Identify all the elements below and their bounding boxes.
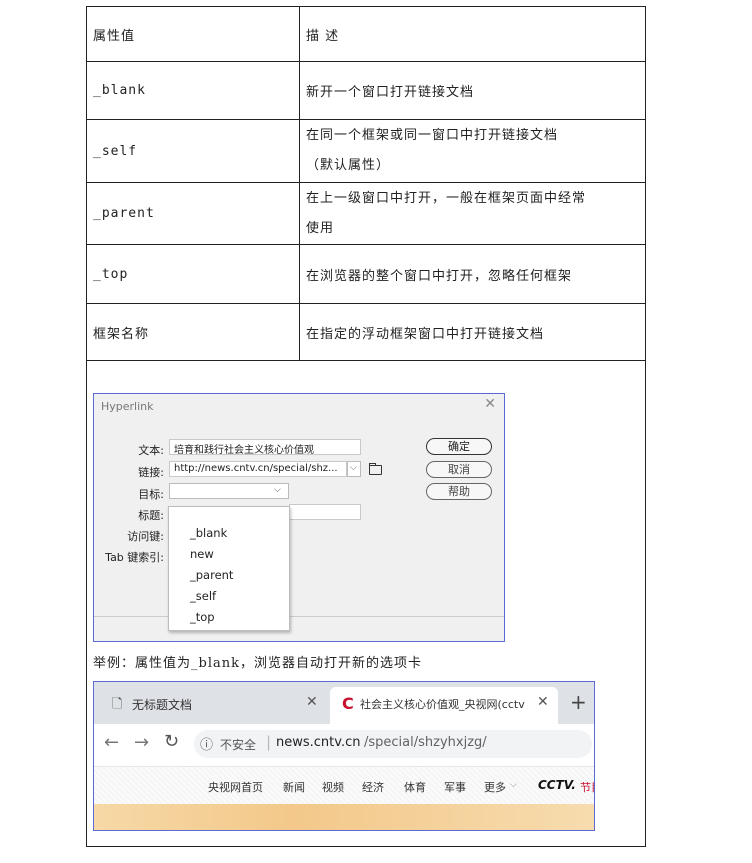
browser-window: 🗋 无标题文档 ✕ C 社会主义核心价值观_央视网(cctv ✕ + ← → ↻… [93,681,595,831]
header-description: 描 述 [299,7,645,62]
back-icon[interactable]: ← [104,732,119,753]
attr-value-cell: _top [87,244,300,304]
nav-item[interactable]: 体育 [404,779,426,795]
chevron-down-icon: ⌵ [350,463,357,473]
attr-value-cell: _blank [87,61,300,120]
target-select[interactable]: ⌵ [169,483,289,499]
tabindex-label: Tab 键索引: [105,551,164,564]
attr-value-cell: _parent [87,182,300,245]
header-attr-value: 属性值 [87,7,300,62]
link-dropdown-button[interactable]: ⌵ [347,461,361,477]
accesskey-label: 访问键: [127,530,164,543]
target-attribute-table: 属性值 描 述 _blank 新开一个窗口打开链接文档 _self 在同一个框架… [87,7,645,361]
omnibox[interactable]: ⓘ 不安全 | news.cntv.cn /special/shzyhxjzg/ [194,730,592,758]
dialog-divider [94,616,504,617]
description-line-1: 在上一级窗口中打开，一般在框架页面中经常 [306,190,587,206]
dropdown-option[interactable]: new [190,547,214,561]
target-dropdown-list[interactable]: _blank new _parent _self _top [168,506,290,631]
caption-input[interactable] [289,504,361,520]
tab-untitled[interactable]: 🗋 无标题文档 ✕ [94,682,330,724]
description-line-2: （默认属性） [306,158,391,173]
hyperlink-dialog: Hyperlink ✕ 文本: 培育和践行社会主义核心价值观 链接: http:… [93,393,505,642]
link-label: 链接: [138,466,164,479]
dropdown-option[interactable]: _top [190,610,215,624]
site-nav-bar: 央视网首页 新闻 视频 经济 体育 军事 更多 ⌵ CCTV. 节目 [94,766,594,805]
close-icon[interactable]: ✕ [306,694,318,710]
security-label: 不安全 [220,738,257,752]
close-icon[interactable]: ✕ [484,396,496,412]
dialog-title: Hyperlink [101,400,154,413]
tab-title: 社会主义核心价值观_央视网(cctv [360,698,525,711]
document-icon: 🗋 [112,697,123,712]
cctv-favicon-icon: C [342,694,354,713]
nav-item[interactable]: 视频 [322,779,344,795]
attr-value-cell: 框架名称 [87,303,300,361]
page-banner [94,804,594,830]
cctv-logo: CCTV. [538,778,576,792]
close-icon[interactable]: ✕ [537,694,549,710]
table-row: _top 在浏览器的整个窗口中打开，忽略任何框架 [87,244,645,304]
folder-icon[interactable] [369,463,382,475]
table-row: _self 在同一个框架或同一窗口中打开链接文档 （默认属性） [87,119,645,183]
ok-button[interactable]: 确定 [426,438,492,455]
url-path: /special/shzyhxjzg/ [364,735,487,750]
nav-item[interactable]: 央视网首页 [208,779,263,795]
forward-icon[interactable]: → [134,732,149,753]
separator: | [266,733,272,751]
cancel-button[interactable]: 取消 [426,461,492,478]
description-line-1: 在同一个框架或同一窗口中打开链接文档 [306,128,559,143]
chevron-down-icon: ⌵ [510,780,517,790]
nav-item[interactable]: 新闻 [283,779,305,795]
target-label: 目标: [138,488,164,501]
nav-item[interactable]: 军事 [444,779,466,795]
table-row: _blank 新开一个窗口打开链接文档 [87,61,645,120]
caption-label: 标题: [138,509,164,522]
nav-item[interactable]: 更多 [484,779,506,795]
description-cell: 在上一级窗口中打开，一般在框架页面中经常 使用 [299,182,645,245]
table-row: 框架名称 在指定的浮动框架窗口中打开链接文档 [87,303,645,361]
url-domain: news.cntv.cn [276,735,361,750]
link-input[interactable]: http://news.cntv.cn/special/shz... [169,461,347,477]
document-frame: 属性值 描 述 _blank 新开一个窗口打开链接文档 _self 在同一个框架… [86,6,646,847]
address-bar-row: ← → ↻ ⓘ 不安全 | news.cntv.cn /special/shzy… [94,724,594,764]
description-cell: 在浏览器的整个窗口中打开，忽略任何框架 [299,244,645,304]
text-label: 文本: [138,444,164,457]
new-tab-icon[interactable]: + [570,690,587,714]
example-caption: 举例：属性值为_blank，浏览器自动打开新的选项卡 [93,656,422,671]
tab-cctv[interactable]: C 社会主义核心价值观_央视网(cctv ✕ [330,687,558,724]
description-cell: 新开一个窗口打开链接文档 [299,61,645,120]
help-button[interactable]: 帮助 [426,483,492,500]
attr-value-cell: _self [87,119,300,183]
dropdown-option[interactable]: _self [190,589,216,603]
reload-icon[interactable]: ↻ [164,731,179,752]
dropdown-option[interactable]: _blank [190,526,227,540]
text-input[interactable]: 培育和践行社会主义核心价值观 [169,439,361,455]
info-icon: ⓘ [200,738,214,753]
description-line-2: 使用 [306,220,335,236]
table-header-row: 属性值 描 述 [87,7,645,62]
tab-strip: 🗋 无标题文档 ✕ C 社会主义核心价值观_央视网(cctv ✕ + [94,682,594,724]
chevron-down-icon: ⌵ [274,485,281,495]
description-cell: 在指定的浮动框架窗口中打开链接文档 [299,303,645,361]
logo-suffix: 节目 [580,781,594,794]
tab-title: 无标题文档 [132,698,193,712]
dropdown-option[interactable]: _parent [190,568,233,582]
description-cell: 在同一个框架或同一窗口中打开链接文档 （默认属性） [299,119,645,183]
nav-item[interactable]: 经济 [362,779,384,795]
table-row: _parent 在上一级窗口中打开，一般在框架页面中经常 使用 [87,182,645,245]
